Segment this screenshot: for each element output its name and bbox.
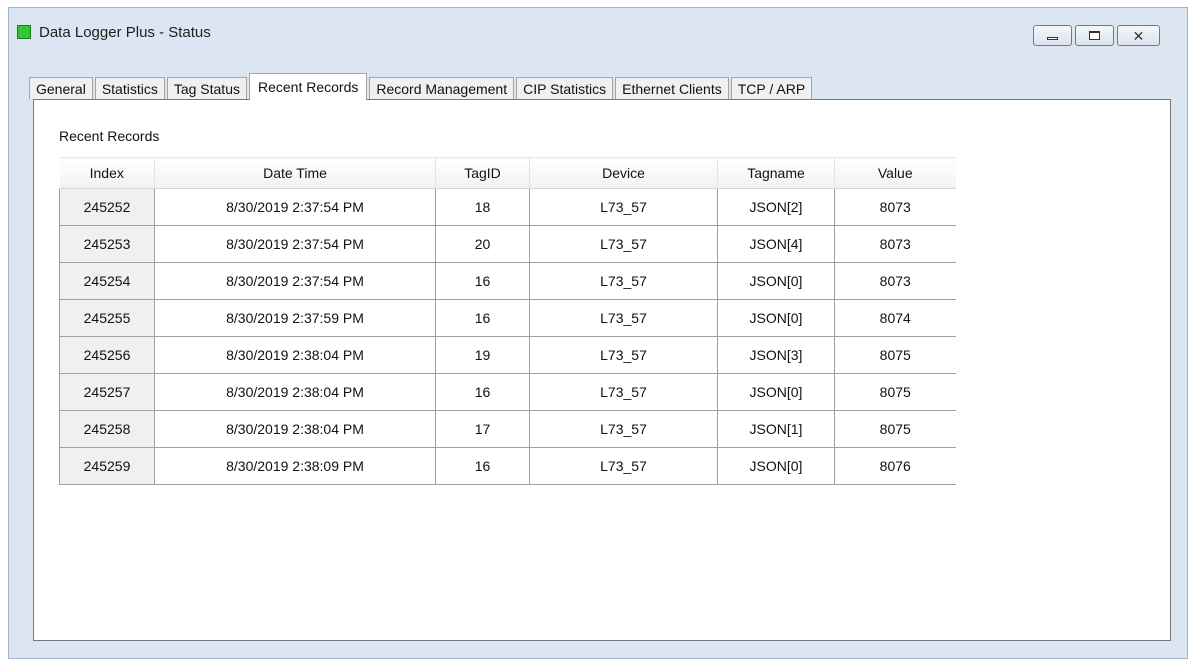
minimize-button[interactable] bbox=[1033, 25, 1072, 46]
cell-date-time[interactable]: 8/30/2019 2:38:09 PM bbox=[154, 447, 436, 485]
tab-cip-statistics[interactable]: CIP Statistics bbox=[516, 77, 614, 99]
tab-tcp-arp[interactable]: TCP / ARP bbox=[730, 77, 813, 99]
cell-tagname[interactable]: JSON[0] bbox=[717, 299, 835, 337]
cell-tagname[interactable]: JSON[4] bbox=[717, 225, 835, 263]
cell-device[interactable]: L73_57 bbox=[529, 262, 718, 300]
table-row[interactable]: 245254 8/30/2019 2:37:54 PM 16 L73_57 JS… bbox=[59, 262, 956, 300]
maximize-button[interactable] bbox=[1075, 25, 1114, 46]
cell-date-time[interactable]: 8/30/2019 2:38:04 PM bbox=[154, 336, 436, 374]
cell-date-time[interactable]: 8/30/2019 2:37:54 PM bbox=[154, 262, 436, 300]
table-row[interactable]: 245256 8/30/2019 2:38:04 PM 19 L73_57 JS… bbox=[59, 336, 956, 374]
cell-date-time[interactable]: 8/30/2019 2:37:54 PM bbox=[154, 188, 436, 226]
tab-tag-status[interactable]: Tag Status bbox=[166, 77, 247, 99]
tab-strip: General Statistics Tag Status Recent Rec… bbox=[29, 73, 814, 100]
cell-value[interactable]: 8075 bbox=[834, 373, 956, 411]
cell-index[interactable]: 245259 bbox=[59, 447, 155, 485]
column-header-index[interactable]: Index bbox=[59, 157, 155, 189]
maximize-icon bbox=[1089, 31, 1100, 40]
cell-tagname[interactable]: JSON[3] bbox=[717, 336, 835, 374]
cell-device[interactable]: L73_57 bbox=[529, 336, 718, 374]
cell-tagid[interactable]: 16 bbox=[435, 262, 530, 300]
cell-tagname[interactable]: JSON[0] bbox=[717, 373, 835, 411]
cell-tagid[interactable]: 18 bbox=[435, 188, 530, 226]
cell-tagname[interactable]: JSON[1] bbox=[717, 410, 835, 448]
cell-device[interactable]: L73_57 bbox=[529, 447, 718, 485]
cell-index[interactable]: 245253 bbox=[59, 225, 155, 263]
cell-device[interactable]: L73_57 bbox=[529, 188, 718, 226]
table-row[interactable]: 245255 8/30/2019 2:37:59 PM 16 L73_57 JS… bbox=[59, 299, 956, 337]
cell-value[interactable]: 8075 bbox=[834, 410, 956, 448]
cell-value[interactable]: 8074 bbox=[834, 299, 956, 337]
cell-index[interactable]: 245252 bbox=[59, 188, 155, 226]
cell-tagid[interactable]: 16 bbox=[435, 373, 530, 411]
cell-index[interactable]: 245254 bbox=[59, 262, 155, 300]
cell-index[interactable]: 245256 bbox=[59, 336, 155, 374]
column-header-tagid[interactable]: TagID bbox=[435, 157, 530, 189]
tab-recent-records[interactable]: Recent Records bbox=[248, 73, 368, 100]
cell-device[interactable]: L73_57 bbox=[529, 299, 718, 337]
window-title: Data Logger Plus - Status bbox=[39, 24, 211, 41]
column-header-date-time[interactable]: Date Time bbox=[154, 157, 436, 189]
recent-records-grid[interactable]: Index Date Time TagID Device Tagname Val… bbox=[59, 157, 956, 485]
cell-tagid[interactable]: 17 bbox=[435, 410, 530, 448]
table-row[interactable]: 245252 8/30/2019 2:37:54 PM 18 L73_57 JS… bbox=[59, 188, 956, 226]
close-icon: ✕ bbox=[1132, 27, 1145, 44]
column-header-value[interactable]: Value bbox=[834, 157, 956, 189]
cell-index[interactable]: 245255 bbox=[59, 299, 155, 337]
cell-tagname[interactable]: JSON[0] bbox=[717, 262, 835, 300]
cell-tagid[interactable]: 19 bbox=[435, 336, 530, 374]
cell-index[interactable]: 245257 bbox=[59, 373, 155, 411]
cell-index[interactable]: 245258 bbox=[59, 410, 155, 448]
close-button[interactable]: ✕ bbox=[1117, 25, 1160, 46]
column-header-device[interactable]: Device bbox=[529, 157, 718, 189]
cell-device[interactable]: L73_57 bbox=[529, 410, 718, 448]
cell-device[interactable]: L73_57 bbox=[529, 225, 718, 263]
header-row: Index Date Time TagID Device Tagname Val… bbox=[59, 157, 956, 189]
table-row[interactable]: 245259 8/30/2019 2:38:09 PM 16 L73_57 JS… bbox=[59, 447, 956, 485]
column-header-tagname[interactable]: Tagname bbox=[717, 157, 835, 189]
cell-value[interactable]: 8076 bbox=[834, 447, 956, 485]
tab-ethernet-clients[interactable]: Ethernet Clients bbox=[615, 77, 729, 99]
tab-record-management[interactable]: Record Management bbox=[369, 77, 515, 99]
minimize-icon bbox=[1047, 37, 1058, 40]
section-label: Recent Records bbox=[59, 128, 160, 144]
status-indicator-icon bbox=[17, 25, 31, 39]
cell-value[interactable]: 8073 bbox=[834, 225, 956, 263]
cell-date-time[interactable]: 8/30/2019 2:38:04 PM bbox=[154, 410, 436, 448]
cell-device[interactable]: L73_57 bbox=[529, 373, 718, 411]
tab-statistics[interactable]: Statistics bbox=[94, 77, 165, 99]
title-bar[interactable]: Data Logger Plus - Status ✕ bbox=[9, 8, 1187, 52]
cell-tagname[interactable]: JSON[2] bbox=[717, 188, 835, 226]
cell-tagid[interactable]: 16 bbox=[435, 299, 530, 337]
tab-general[interactable]: General bbox=[29, 77, 93, 99]
cell-value[interactable]: 8075 bbox=[834, 336, 956, 374]
cell-date-time[interactable]: 8/30/2019 2:38:04 PM bbox=[154, 373, 436, 411]
cell-date-time[interactable]: 8/30/2019 2:37:54 PM bbox=[154, 225, 436, 263]
cell-date-time[interactable]: 8/30/2019 2:37:59 PM bbox=[154, 299, 436, 337]
cell-tagid[interactable]: 16 bbox=[435, 447, 530, 485]
cell-tagname[interactable]: JSON[0] bbox=[717, 447, 835, 485]
cell-value[interactable]: 8073 bbox=[834, 188, 956, 226]
table-row[interactable]: 245253 8/30/2019 2:37:54 PM 20 L73_57 JS… bbox=[59, 225, 956, 263]
cell-value[interactable]: 8073 bbox=[834, 262, 956, 300]
table-row[interactable]: 245257 8/30/2019 2:38:04 PM 16 L73_57 JS… bbox=[59, 373, 956, 411]
cell-tagid[interactable]: 20 bbox=[435, 225, 530, 263]
table-row[interactable]: 245258 8/30/2019 2:38:04 PM 17 L73_57 JS… bbox=[59, 410, 956, 448]
